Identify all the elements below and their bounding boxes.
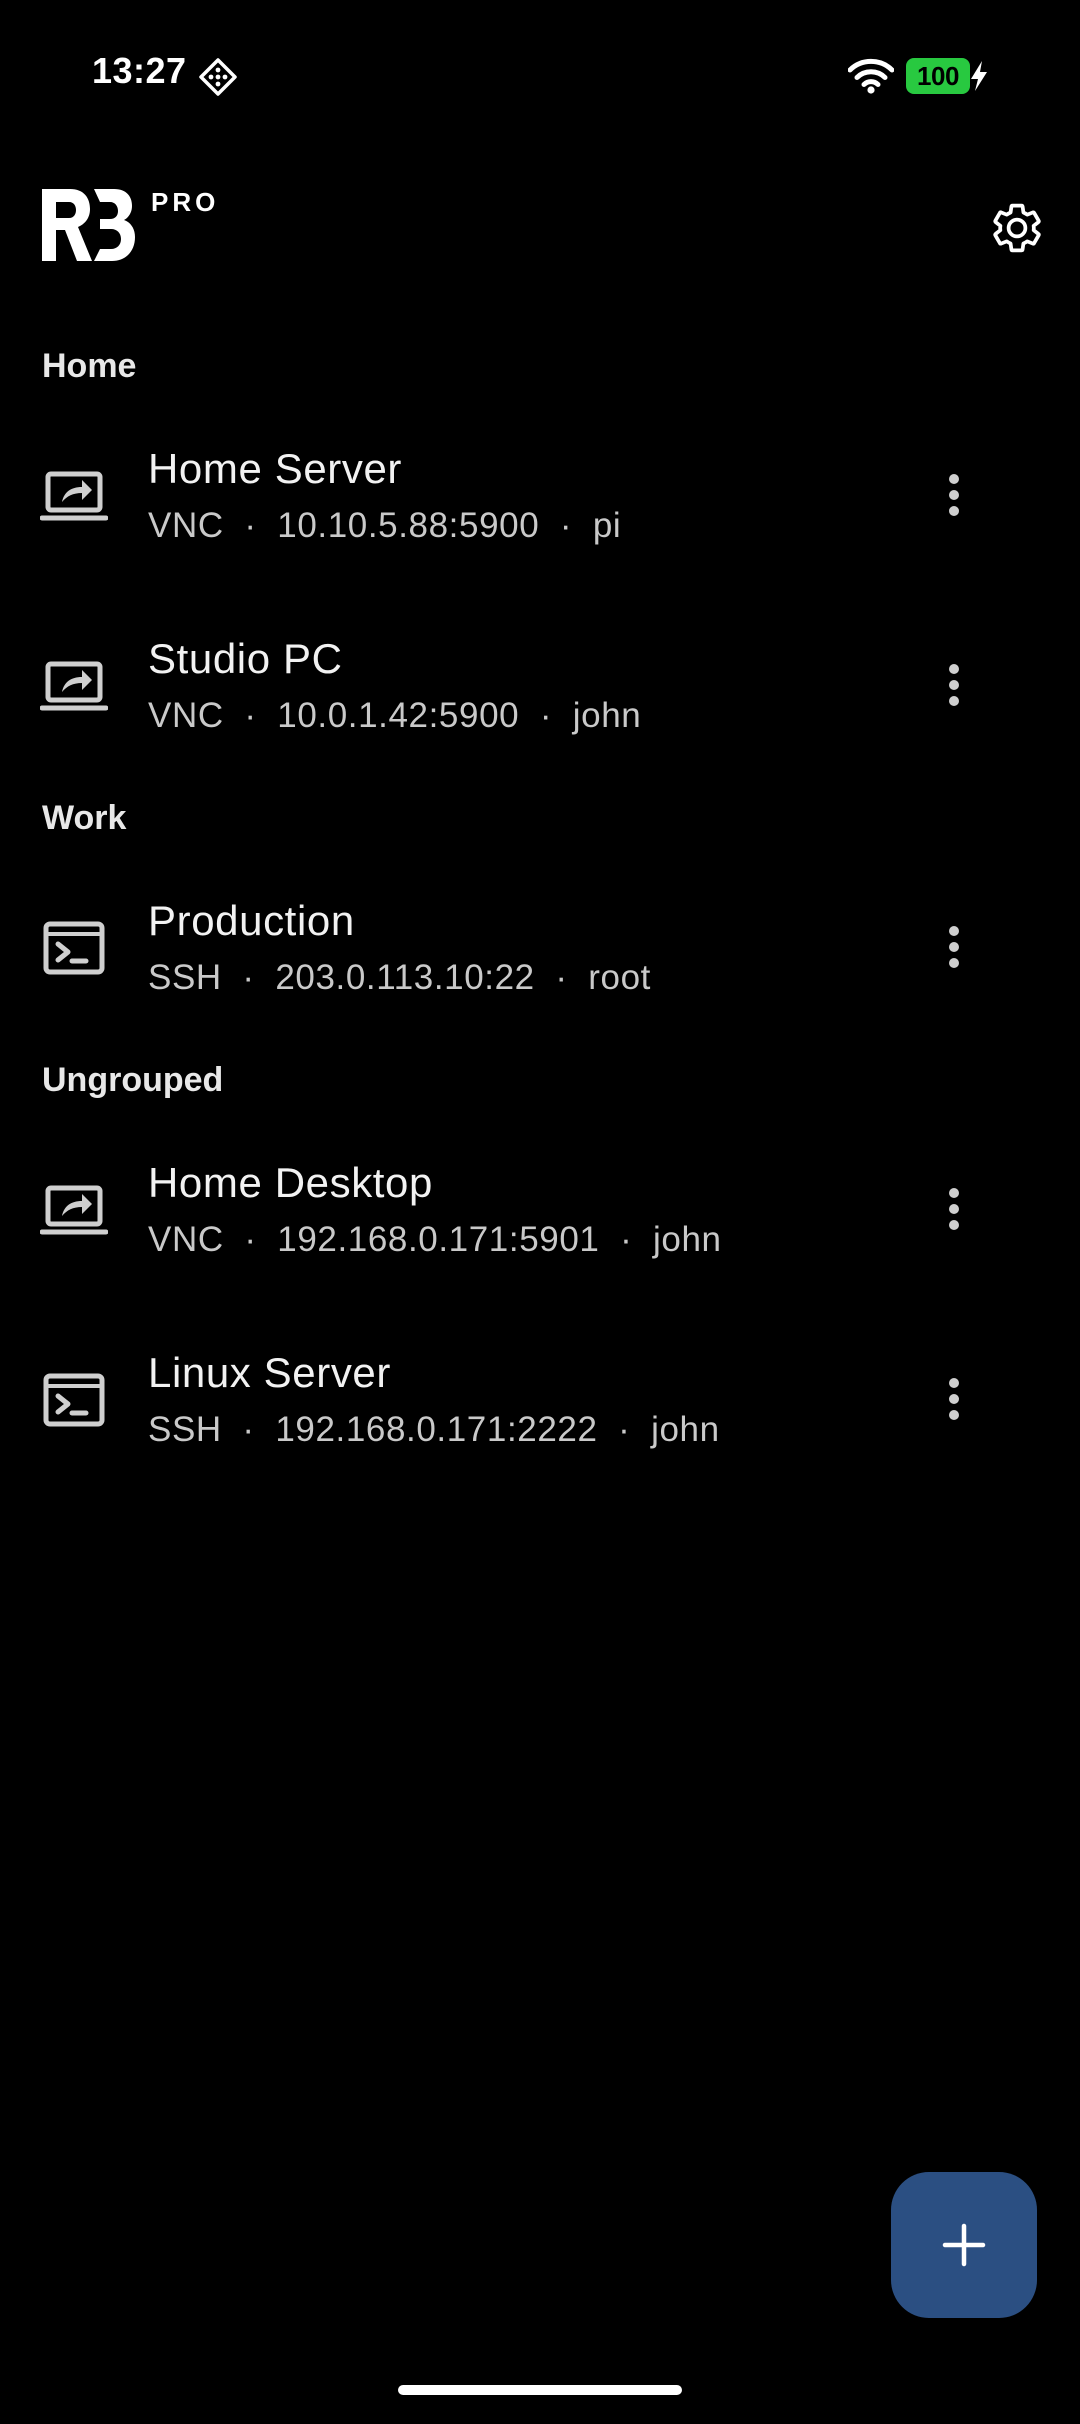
more-vertical-icon xyxy=(944,923,964,976)
connection-details: Production SSH · 203.0.113.10:22 · root xyxy=(148,854,651,1044)
status-time: 13:27 xyxy=(92,50,187,91)
settings-button[interactable] xyxy=(982,193,1052,263)
connection-subtitle: SSH · 203.0.113.10:22 · root xyxy=(148,958,651,997)
gear-icon xyxy=(993,203,1041,253)
group-header: Ungrouped xyxy=(42,1060,224,1099)
connection-row[interactable]: Linux Server SSH · 192.168.0.171:2222 · j… xyxy=(0,1306,1080,1496)
connection-subtitle: VNC · 192.168.0.171:5901 · john xyxy=(148,1220,722,1259)
automation-diamond-icon xyxy=(199,58,237,96)
pro-badge: PRO xyxy=(151,187,220,217)
home-indicator[interactable] xyxy=(398,2385,682,2395)
connection-row[interactable]: Home Server VNC · 10.10.5.88:5900 · pi xyxy=(0,402,1080,592)
group-header: Work xyxy=(42,798,127,837)
add-connection-button[interactable] xyxy=(891,2172,1037,2318)
terminal-icon xyxy=(40,914,108,982)
laptop-share-icon xyxy=(39,1176,109,1244)
status-bar: 13:27 100 xyxy=(0,0,1080,150)
connection-details: Linux Server SSH · 192.168.0.171:2222 · j… xyxy=(148,1306,720,1496)
terminal-icon xyxy=(40,1366,108,1434)
connection-details: Home Server VNC · 10.10.5.88:5900 · pi xyxy=(148,402,621,592)
connection-title: Linux Server xyxy=(148,1349,391,1396)
more-options-button[interactable] xyxy=(924,1371,984,1431)
plus-icon xyxy=(942,2223,986,2267)
more-options-button[interactable] xyxy=(924,467,984,527)
connection-title: Studio PC xyxy=(148,635,343,682)
more-vertical-icon xyxy=(944,1185,964,1238)
laptop-share-icon xyxy=(39,652,109,720)
connection-subtitle: VNC · 10.0.1.42:5900 · john xyxy=(148,696,642,735)
connection-subtitle: VNC · 10.10.5.88:5900 · pi xyxy=(148,506,622,545)
more-vertical-icon xyxy=(944,471,964,524)
connection-title: Home Desktop xyxy=(148,1159,433,1206)
connection-details: Home Desktop VNC · 192.168.0.171:5901 · j… xyxy=(148,1116,722,1306)
rb-logo xyxy=(42,189,135,261)
more-options-button[interactable] xyxy=(924,657,984,717)
more-vertical-icon xyxy=(944,661,964,714)
battery-level: 100 xyxy=(917,60,959,91)
more-vertical-icon xyxy=(944,1375,964,1428)
connection-title: Home Server xyxy=(148,445,403,492)
bolt-icon xyxy=(971,61,987,91)
connection-subtitle: SSH · 192.168.0.171:2222 · john xyxy=(148,1410,720,1449)
connection-row[interactable]: Production SSH · 203.0.113.10:22 · root xyxy=(0,854,1080,1044)
connection-title: Production xyxy=(148,897,355,944)
connection-list: Home Home Server VNC · 10.10.5.88:5900 · p… xyxy=(0,330,1080,1496)
battery-indicator: 100 xyxy=(906,58,970,94)
connection-row[interactable]: Studio PC VNC · 10.0.1.42:5900 · john xyxy=(0,592,1080,782)
connection-row[interactable]: Home Desktop VNC · 192.168.0.171:5901 · j… xyxy=(0,1116,1080,1306)
more-options-button[interactable] xyxy=(924,1181,984,1241)
group-header: Home xyxy=(42,346,137,385)
laptop-share-icon xyxy=(39,462,109,530)
more-options-button[interactable] xyxy=(924,919,984,979)
wifi-icon xyxy=(848,58,894,94)
connection-details: Studio PC VNC · 10.0.1.42:5900 · john xyxy=(148,592,641,782)
